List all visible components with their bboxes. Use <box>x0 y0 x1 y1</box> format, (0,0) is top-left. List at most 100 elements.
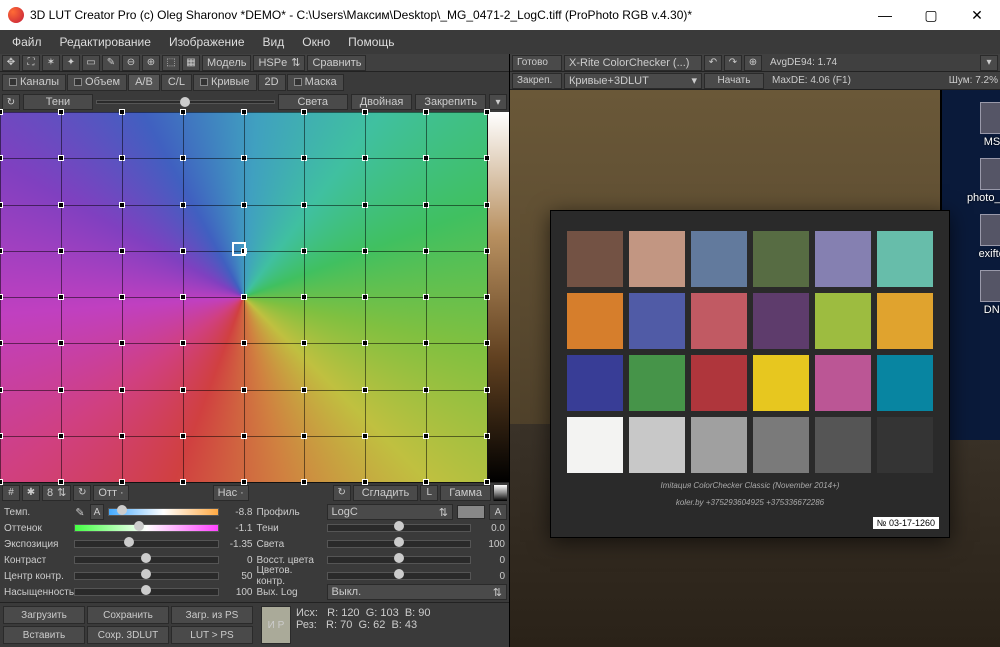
mode-select[interactable]: Кривые+3DLUT▾ <box>564 73 702 89</box>
hex-icon[interactable]: ✱ <box>22 485 40 501</box>
grid-node[interactable] <box>180 433 186 439</box>
grid-node[interactable] <box>119 433 125 439</box>
sat-label[interactable]: Нас · <box>213 485 249 501</box>
collapse-icon[interactable]: ✶ <box>42 55 60 71</box>
zoom-in-icon[interactable]: ⊕ <box>142 55 160 71</box>
grid-node[interactable] <box>58 479 64 485</box>
start-button[interactable]: Начать <box>704 73 764 89</box>
grid-node[interactable] <box>119 248 125 254</box>
grid-node[interactable] <box>180 387 186 393</box>
grid-node[interactable] <box>362 387 368 393</box>
ready-button[interactable]: Готово <box>512 55 562 71</box>
tab-mask[interactable]: Маска <box>287 74 344 91</box>
grid-node[interactable] <box>0 340 3 346</box>
grid-node[interactable] <box>301 387 307 393</box>
right-menu-icon[interactable]: ▾ <box>980 55 998 71</box>
grid-node[interactable] <box>58 387 64 393</box>
menu-dropdown-icon[interactable]: ▾ <box>489 94 507 110</box>
a-button[interactable]: A <box>489 504 507 520</box>
menu-window[interactable]: Окно <box>294 33 338 51</box>
grid-node[interactable] <box>362 433 368 439</box>
grid-node[interactable] <box>180 248 186 254</box>
a-button[interactable]: A <box>90 504 104 520</box>
slider-4[interactable] <box>74 572 219 580</box>
zoom-out-icon[interactable]: ⊖ <box>122 55 140 71</box>
menu-image[interactable]: Изображение <box>161 33 253 51</box>
reference-select[interactable]: X-Rite ColorChecker (...) <box>564 55 702 71</box>
ir-button[interactable]: И Р <box>261 606 291 644</box>
tab-curves[interactable]: Кривые <box>193 74 257 91</box>
grid-icon[interactable]: # <box>2 485 20 501</box>
tab-cl[interactable]: C/L <box>161 74 192 91</box>
save-button[interactable]: Сохранить <box>87 606 169 624</box>
grid-node[interactable] <box>484 479 490 485</box>
slider-0[interactable] <box>108 508 219 516</box>
grid-node[interactable] <box>241 433 247 439</box>
grid-node[interactable] <box>58 202 64 208</box>
load-ps-button[interactable]: Загр. из PS <box>171 606 253 624</box>
grid-mode-icon[interactable]: ▦ <box>182 55 200 71</box>
paste-button[interactable]: Вставить <box>3 626 85 644</box>
slider-r-2[interactable] <box>327 556 472 564</box>
redo-icon[interactable]: ↷ <box>724 55 742 71</box>
slider-1[interactable] <box>74 524 219 532</box>
menu-help[interactable]: Помощь <box>340 33 402 51</box>
grid-node[interactable] <box>241 340 247 346</box>
highlights-button[interactable]: Света <box>278 94 348 110</box>
load-button[interactable]: Загрузить <box>3 606 85 624</box>
profile-swatch[interactable] <box>457 505 485 519</box>
grid-node[interactable] <box>119 387 125 393</box>
marquee-icon[interactable]: ⬚ <box>162 55 180 71</box>
slider-r-1[interactable] <box>327 540 472 548</box>
pin-button[interactable]: Закрепить <box>415 94 486 110</box>
grid-node[interactable] <box>241 479 247 485</box>
reset-hue-icon[interactable]: ↻ <box>73 485 91 501</box>
pin-right-button[interactable]: Закреп. <box>512 73 562 89</box>
grid-node[interactable] <box>423 479 429 485</box>
menu-view[interactable]: Вид <box>255 33 293 51</box>
zoom-icon[interactable]: ⊕ <box>744 55 762 71</box>
profile-select[interactable]: LogC⇅ <box>327 504 454 520</box>
eyedropper-icon[interactable]: ✎ <box>102 55 120 71</box>
lut-ps-button[interactable]: LUT > PS <box>171 626 253 644</box>
select-rect-icon[interactable]: ▭ <box>82 55 100 71</box>
grid-node[interactable] <box>0 109 3 115</box>
double-button[interactable]: Двойная <box>351 94 413 110</box>
grid-node[interactable] <box>180 294 186 300</box>
grid-node[interactable] <box>180 340 186 346</box>
grid-node[interactable] <box>119 479 125 485</box>
grid-node[interactable] <box>58 155 64 161</box>
slider-5[interactable] <box>74 588 219 596</box>
grid-node[interactable] <box>180 479 186 485</box>
l-button[interactable]: L <box>420 485 438 501</box>
menu-file[interactable]: Файл <box>4 33 50 51</box>
reset-smooth-icon[interactable]: ↻ <box>333 485 351 501</box>
close-button[interactable]: ✕ <box>954 0 1000 30</box>
slider-r-0[interactable] <box>327 524 472 532</box>
tab-2d[interactable]: 2D <box>258 74 286 91</box>
gamma-gradient[interactable] <box>493 485 507 501</box>
undo-icon[interactable]: ↶ <box>704 55 722 71</box>
grid-node[interactable] <box>119 340 125 346</box>
tab-channels[interactable]: Каналы <box>2 74 66 91</box>
shadows-button[interactable]: Тени <box>23 94 93 110</box>
grid-node[interactable] <box>301 479 307 485</box>
move-icon[interactable]: ✥ <box>2 55 20 71</box>
smooth-button[interactable]: Сгладить <box>353 485 419 501</box>
grid-node[interactable] <box>301 433 307 439</box>
grid-node[interactable] <box>0 294 3 300</box>
menu-edit[interactable]: Редактирование <box>52 33 159 51</box>
slider-r-3[interactable] <box>327 572 472 580</box>
slider-2[interactable] <box>74 540 219 548</box>
grid-node[interactable] <box>58 294 64 300</box>
grid-node[interactable] <box>241 294 247 300</box>
compare-button[interactable]: Сравнить <box>307 55 366 71</box>
save-3dlut-button[interactable]: Сохр. 3DLUT <box>87 626 169 644</box>
grid-center-marker[interactable] <box>232 242 246 256</box>
maximize-button[interactable]: ▢ <box>908 0 954 30</box>
reset-grid-icon[interactable]: ↻ <box>2 94 20 110</box>
image-preview[interactable]: MSC photo_3880 exiftool DNG Imitация Col… <box>510 90 1000 647</box>
slider-3[interactable] <box>74 556 219 564</box>
grid-size[interactable]: 8⇅ <box>42 485 71 501</box>
minimize-button[interactable]: — <box>862 0 908 30</box>
